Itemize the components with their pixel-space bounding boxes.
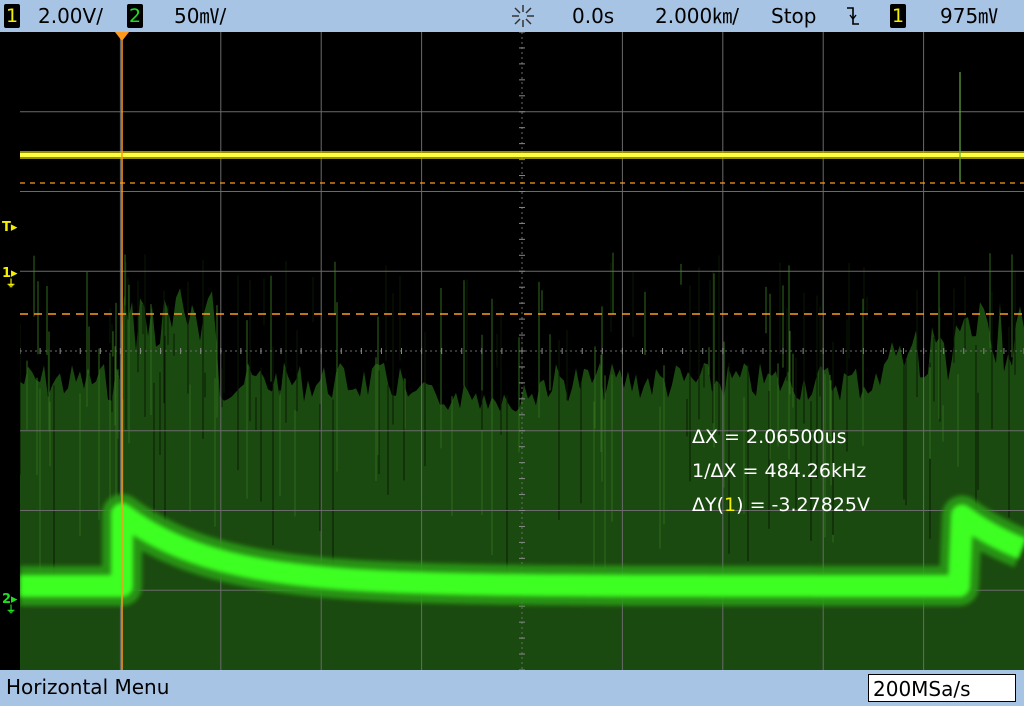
falling-edge-icon[interactable] <box>846 0 860 32</box>
inverse-delta-x-readout: 1/ΔX = 484.26kHz <box>692 460 867 482</box>
trigger-marker-arrow-icon: ▸ <box>10 220 18 235</box>
delta-y-suffix: ) = -3.27825V <box>736 494 870 516</box>
ground-icon: ⏚ <box>6 605 16 616</box>
waveform-display[interactable] <box>20 32 1024 670</box>
channel-1-scale[interactable]: 2.00V/ <box>38 0 103 32</box>
sunburst-icon <box>510 0 536 32</box>
delta-y-channel: 1 <box>724 494 737 516</box>
falling-edge-icon-svg <box>847 7 859 25</box>
delta-y-readout: ΔY(1) = -3.27825V <box>692 494 870 516</box>
trigger-source-badge[interactable]: 1 <box>890 4 906 28</box>
time-offset[interactable]: 0.0s <box>572 0 614 32</box>
menu-title: Horizontal Menu <box>6 675 170 699</box>
softkey-bar: Horizontal Menu 200MSa/s <box>0 670 1024 706</box>
channel-1-glitch <box>959 72 961 182</box>
status-bar: 1 2.00V/ 2 50㎷/ 0.0s 2.000㎞/ Stop 1 975㎷ <box>0 0 1024 32</box>
run-state[interactable]: Stop <box>771 0 816 32</box>
channel-1-trace <box>20 153 1024 157</box>
delta-x-readout: ΔX = 2.06500us <box>692 426 847 448</box>
trigger-level-marker[interactable]: T▸ <box>2 220 17 235</box>
channel-1-ground-marker[interactable]: 1▸ ⏚ <box>2 266 18 290</box>
ground-icon: ⏚ <box>6 279 16 290</box>
channel-1-badge[interactable]: 1 <box>4 4 20 28</box>
delta-y-prefix: ΔY( <box>692 494 725 516</box>
sunburst-icon-svg <box>512 5 534 27</box>
channel-2-scale[interactable]: 50㎷/ <box>174 0 226 32</box>
trigger-marker-label: T <box>2 220 11 235</box>
marker-gutter: T▸ 1▸ ⏚ 2▸ ⏚ <box>0 32 20 670</box>
time-scale[interactable]: 2.000㎞/ <box>655 0 739 32</box>
channel-2-ground-marker[interactable]: 2▸ ⏚ <box>2 592 18 616</box>
trigger-level[interactable]: 975㎷ <box>940 0 998 32</box>
channel-2-badge[interactable]: 2 <box>127 4 143 28</box>
sample-rate-display[interactable]: 200MSa/s <box>868 674 1016 702</box>
